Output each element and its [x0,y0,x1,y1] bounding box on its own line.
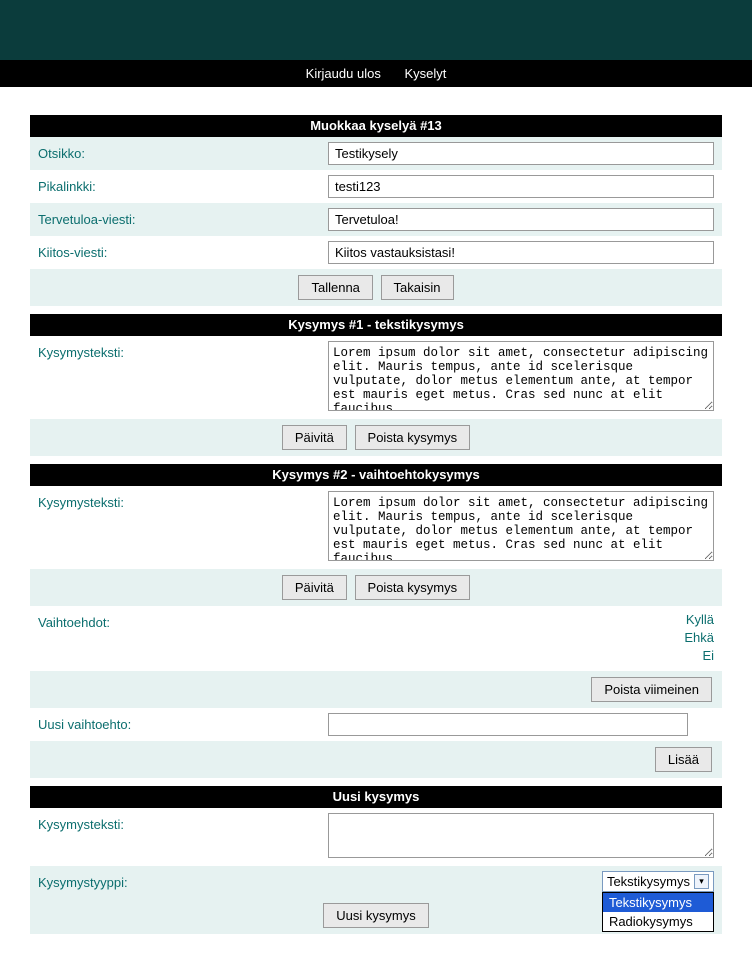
newq-text-label: Kysymysteksti: [38,813,328,832]
newq-type-label: Kysymystyyppi: [38,871,328,890]
question-type-selected: Tekstikysymys [607,874,690,889]
q1-text-row: Kysymysteksti: [30,336,722,419]
save-button[interactable]: Tallenna [298,275,372,300]
q2-option-item[interactable]: Ei [328,647,714,665]
thanks-label: Kiitos-viesti: [38,241,328,260]
newq-text-input[interactable] [328,813,714,858]
add-option-button[interactable]: Lisää [655,747,712,772]
remove-last-option-button[interactable]: Poista viimeinen [591,677,712,702]
new-question-header: Uusi kysymys [30,786,722,808]
app-header-bar [0,0,752,60]
title-label: Otsikko: [38,142,328,161]
welcome-row: Tervetuloa-viesti: [30,203,722,236]
q2-options-row: Vaihtoehdot: Kyllä Ehkä Ei [30,606,722,671]
create-question-button[interactable]: Uusi kysymys [323,903,428,928]
welcome-label: Tervetuloa-viesti: [38,208,328,227]
q1-delete-button[interactable]: Poista kysymys [355,425,471,450]
chevron-down-icon: ▾ [694,874,709,889]
q2-option-item[interactable]: Kyllä [328,611,714,629]
q2-header: Kysymys #2 - vaihtoehtokysymys [30,464,722,486]
q2-buttons: Päivitä Poista kysymys [30,569,722,606]
welcome-input[interactable] [328,208,714,231]
q2-options-list: Kyllä Ehkä Ei [328,611,714,666]
back-button[interactable]: Takaisin [381,275,454,300]
q2-option-item[interactable]: Ehkä [328,629,714,647]
new-option-input[interactable] [328,713,688,736]
thanks-input[interactable] [328,241,714,264]
question-type-option[interactable]: Tekstikysymys [603,893,713,912]
title-input[interactable] [328,142,714,165]
slug-input[interactable] [328,175,714,198]
q2-delete-button[interactable]: Poista kysymys [355,575,471,600]
thanks-row: Kiitos-viesti: [30,236,722,269]
new-option-label: Uusi vaihtoehto: [38,713,328,732]
q2-text-input[interactable] [328,491,714,561]
q1-header: Kysymys #1 - tekstikysymys [30,314,722,336]
newq-text-row: Kysymysteksti: [30,808,722,866]
survey-buttons: Tallenna Takaisin [30,269,722,306]
question-type-dropdown: Tekstikysymys Radiokysymys [602,892,714,932]
slug-label: Pikalinkki: [38,175,328,194]
q2-options-label: Vaihtoehdot: [38,611,328,630]
q1-text-label: Kysymysteksti: [38,341,328,360]
new-option-row: Uusi vaihtoehto: [30,708,722,741]
q1-buttons: Päivitä Poista kysymys [30,419,722,456]
edit-survey-header: Muokkaa kyselyä #13 [30,115,722,137]
newq-type-row: Kysymystyyppi: Tekstikysymys ▾ Tekstikys… [30,866,722,897]
nav-surveys-link[interactable]: Kyselyt [404,66,446,81]
q2-text-label: Kysymysteksti: [38,491,328,510]
q2-update-button[interactable]: Päivitä [282,575,347,600]
title-row: Otsikko: [30,137,722,170]
main-nav: Kirjaudu ulos Kyselyt [0,60,752,87]
q2-text-row: Kysymysteksti: [30,486,722,569]
q1-text-input[interactable] [328,341,714,411]
nav-logout-link[interactable]: Kirjaudu ulos [306,66,381,81]
page-content: Muokkaa kyselyä #13 Otsikko: Pikalinkki:… [0,87,752,954]
question-type-option[interactable]: Radiokysymys [603,912,713,931]
q1-update-button[interactable]: Päivitä [282,425,347,450]
question-type-select[interactable]: Tekstikysymys ▾ Tekstikysymys Radiokysym… [602,871,714,892]
q2-remove-last-row: Poista viimeinen [30,671,722,708]
add-option-row: Lisää [30,741,722,778]
slug-row: Pikalinkki: [30,170,722,203]
